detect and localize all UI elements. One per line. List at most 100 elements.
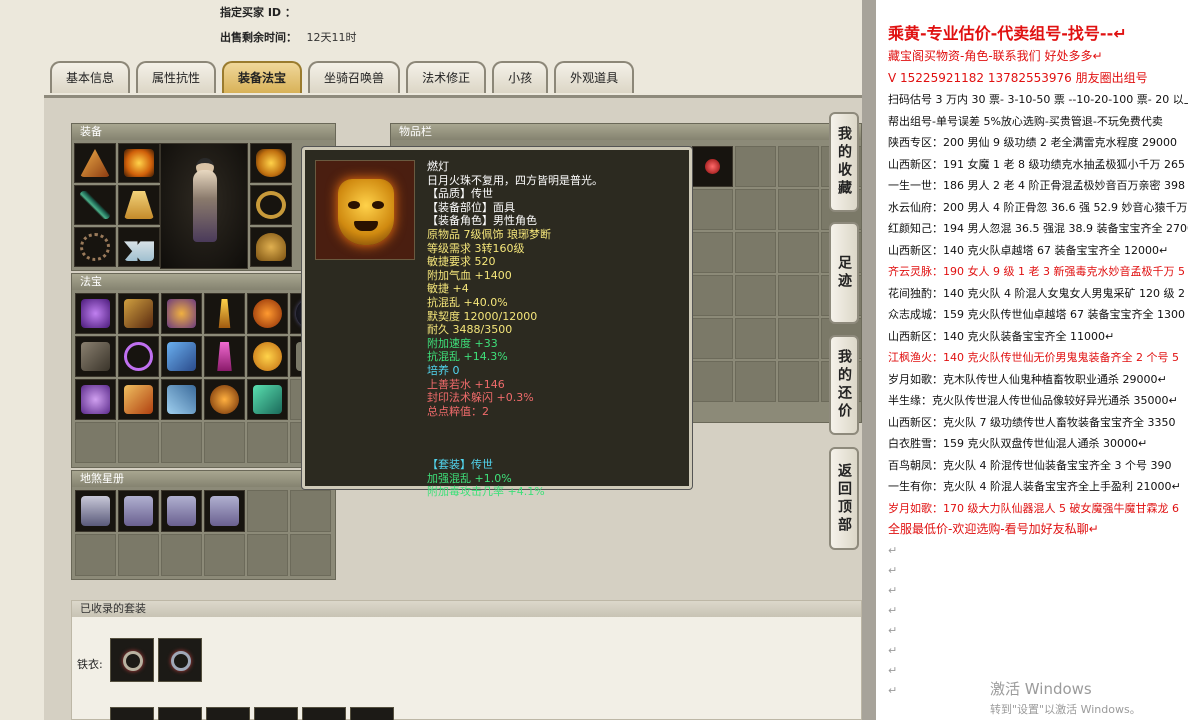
inventory-slot[interactable] [735,146,776,187]
suit-item[interactable] [110,707,154,720]
dilu-slot[interactable] [290,534,331,576]
fabao-slot[interactable] [204,379,245,420]
item-tooltip: 燃灯 日月火珠不复用，四方皆明是普光。 【品质】传世 【装备部位】面具 【装备角色】男性… [302,147,692,498]
inventory-slot[interactable] [735,318,776,359]
equip-slot[interactable] [250,143,292,183]
tab-equipment[interactable]: 装备法宝 [222,61,303,93]
equip-slot[interactable] [250,185,292,225]
inventory-slot[interactable] [778,189,819,230]
fabao-slot[interactable] [204,422,245,463]
ring-icon [171,651,191,671]
dilu-slot[interactable] [161,534,202,576]
equip-slot[interactable] [250,227,292,267]
dilu-slot[interactable] [118,534,159,576]
dilu-slot[interactable] [75,490,116,532]
fabao-slot[interactable] [247,422,288,463]
inventory-slot[interactable] [778,275,819,316]
inventory-slot[interactable] [692,146,733,187]
document-line: 白衣胜雪：159 克火队双盘传世仙混人通杀 30000↵ [888,437,1148,450]
suit-item[interactable] [350,707,394,720]
tooltip-line: 【套装】传世 [427,458,493,472]
inventory-slot[interactable] [778,146,819,187]
fabao-slot[interactable] [161,379,202,420]
document-line: 山西新区：140 克火队卓越塔 67 装备宝宝齐全 12000↵ [888,243,1169,257]
inventory-slot[interactable] [778,361,819,402]
equip-slot[interactable] [74,227,116,267]
tooltip-line: 抗混乱 +40.0% [427,295,508,309]
fabao-slot[interactable] [75,293,116,334]
fabao-slot[interactable] [118,293,159,334]
document-line: ↵ [888,603,898,617]
tab-mounts-pets[interactable]: 坐骑召唤兽 [308,61,401,93]
fabao-slot[interactable] [75,422,116,463]
fabao-icon [81,299,110,328]
dilu-slot[interactable] [204,534,245,576]
inventory-slot[interactable] [692,275,733,316]
tab-attributes[interactable]: 属性抗性 [136,61,217,93]
suit-item[interactable] [254,707,298,720]
inventory-slot[interactable] [692,318,733,359]
inventory-slot[interactable] [735,189,776,230]
dilu-grid [75,490,331,576]
equip-slot[interactable] [74,185,116,225]
suit-item[interactable] [110,638,154,682]
equip-slot[interactable] [118,143,160,183]
document-line: ↵ [888,643,898,657]
character-body [193,170,217,242]
inventory-slot[interactable] [692,232,733,273]
dilu-slot[interactable] [75,534,116,576]
text-document[interactable]: 乘黄-专业估价-代卖组号-找号--↵ 藏宝阁买物资-角色-联系我们 好处多多↵ V … [876,0,1188,720]
belt-icon [256,233,286,261]
fabao-slot[interactable] [161,336,202,377]
dilu-slot[interactable] [161,490,202,532]
suit-item[interactable] [206,707,250,720]
document-line: 乘黄-专业估价-代卖组号-找号--↵ [888,24,1127,43]
inventory-slot[interactable] [692,361,733,402]
dilu-slot[interactable] [247,534,288,576]
back-to-top-button[interactable]: 返回顶部 [829,447,859,550]
equip-slot[interactable] [118,227,160,267]
my-offers-button[interactable]: 我的还价 [829,335,859,435]
fabao-icon [253,385,282,414]
dilu-slot[interactable] [290,490,331,532]
tab-appearance[interactable]: 外观道具 [554,61,635,93]
tooltip-line: 抗混乱 +14.3% [427,350,508,364]
suit-item[interactable] [302,707,346,720]
inventory-slot[interactable] [735,275,776,316]
tooltip-line: 附加气血 +1400 [427,268,512,282]
fabao-slot[interactable] [118,422,159,463]
history-button[interactable]: 足迹 [829,222,859,324]
dilu-slot[interactable] [204,490,245,532]
fabao-slot[interactable] [161,293,202,334]
fabao-slot[interactable] [247,336,288,377]
fabao-slot[interactable] [161,422,202,463]
fabao-slot[interactable] [75,379,116,420]
ring-icon [256,191,286,219]
inventory-slot[interactable] [778,318,819,359]
dilu-slot[interactable] [118,490,159,532]
tab-children[interactable]: 小孩 [492,61,549,93]
dilu-slot[interactable] [247,490,288,532]
tooltip-line: 日月火珠不复用，四方皆明是普光。 [427,173,603,187]
inventory-slot[interactable] [692,189,733,230]
suit-item[interactable] [158,707,202,720]
fabao-slot[interactable] [204,336,245,377]
document-line: ↵ [888,543,898,557]
fabao-slot[interactable] [118,336,159,377]
fabao-slot[interactable] [247,379,288,420]
fabao-slot[interactable] [75,336,116,377]
tab-basic-info[interactable]: 基本信息 [50,61,131,93]
suit-item[interactable] [158,638,202,682]
equip-slot[interactable] [118,185,160,225]
fabao-slot[interactable] [118,379,159,420]
document-line: 陕西专区：200 男仙 9 级功绩 2 老全满雷克水程度 29000 [888,136,1177,149]
tab-spell-correction[interactable]: 法术修正 [406,61,487,93]
inventory-slot[interactable] [735,232,776,273]
inventory-slot[interactable] [778,232,819,273]
equip-slot[interactable] [74,143,116,183]
favorites-button[interactable]: 我的收藏 [829,112,859,212]
mask-mouth [354,221,378,231]
inventory-slot[interactable] [735,361,776,402]
fabao-slot[interactable] [204,293,245,334]
fabao-slot[interactable] [247,293,288,334]
